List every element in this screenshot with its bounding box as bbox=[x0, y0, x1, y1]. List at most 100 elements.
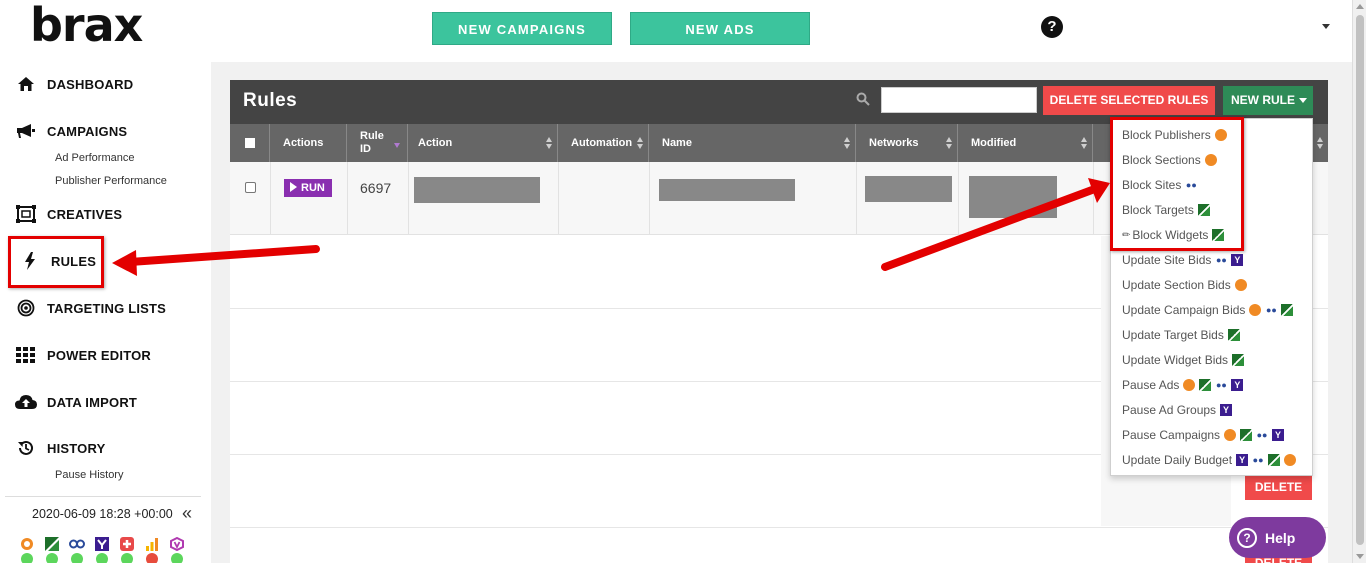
revcontent-icon: ●● bbox=[1215, 379, 1228, 391]
sidebar-item-label: HISTORY bbox=[47, 440, 106, 456]
revcontent-icon: ●● bbox=[1256, 429, 1269, 441]
column-modified[interactable]: Modified bbox=[958, 124, 1093, 162]
column-rule-id[interactable]: Rule ID bbox=[347, 124, 408, 162]
column-label: Actions bbox=[283, 137, 324, 149]
cell-divider bbox=[270, 162, 271, 235]
menu-item-label: Update Daily Budget bbox=[1122, 453, 1233, 467]
taboola-icon bbox=[1227, 329, 1240, 341]
column-networks[interactable]: Networks bbox=[856, 124, 958, 162]
rules-highlight-box bbox=[8, 236, 104, 288]
help-widget-button[interactable]: ? Help bbox=[1229, 517, 1326, 558]
rule-id-value: 6697 bbox=[360, 180, 392, 196]
select-all-column bbox=[230, 124, 270, 162]
sidebar-item-creatives[interactable]: CREATIVES bbox=[13, 201, 122, 227]
sidebar-item-dashboard[interactable]: DASHBOARD bbox=[13, 71, 133, 97]
sidebar-item-history[interactable]: HISTORY bbox=[13, 435, 105, 461]
new-rule-button[interactable]: NEW RULE bbox=[1223, 86, 1313, 115]
network-status-outbrain[interactable] bbox=[19, 537, 35, 563]
column-name[interactable]: Name bbox=[649, 124, 856, 162]
new-rule-label: NEW RULE bbox=[1231, 93, 1295, 107]
cell-divider bbox=[1093, 162, 1094, 235]
help-icon: ? bbox=[1237, 527, 1257, 548]
history-icon bbox=[13, 437, 39, 459]
new-campaigns-button[interactable]: NEW CAMPAIGNS bbox=[432, 12, 612, 45]
page-title: Rules bbox=[243, 90, 298, 111]
home-icon bbox=[13, 73, 39, 95]
revcontent-icon bbox=[69, 537, 85, 551]
cell-divider bbox=[856, 162, 857, 235]
column-label: Automation bbox=[571, 137, 633, 149]
menu-item-update-widget-bids[interactable]: Update Widget Bids bbox=[1122, 351, 1245, 369]
collapse-sidebar-icon[interactable]: « bbox=[182, 503, 192, 524]
voluum-icon bbox=[169, 536, 185, 552]
sidebar-subitem-ad-performance[interactable]: Ad Performance bbox=[55, 152, 134, 164]
menu-item-update-target-bids[interactable]: Update Target Bids bbox=[1122, 326, 1240, 344]
menu-item-label: Update Site Bids bbox=[1122, 253, 1212, 267]
scrollbar-thumb[interactable] bbox=[1356, 15, 1364, 545]
menu-item-pause-campaigns[interactable]: Pause Campaigns ●● Y bbox=[1122, 426, 1285, 444]
menu-item-pause-ad-groups[interactable]: Pause Ad Groups Y bbox=[1122, 401, 1233, 419]
revcontent-icon: ●● bbox=[1252, 454, 1265, 466]
sort-icon bbox=[637, 137, 643, 149]
menu-item-label: Update Target Bids bbox=[1122, 328, 1224, 342]
outbrain-icon bbox=[1234, 279, 1247, 291]
network-status-taboola[interactable] bbox=[44, 537, 60, 563]
sort-icon bbox=[946, 137, 952, 149]
sidebar-item-label: DATA IMPORT bbox=[47, 394, 138, 410]
taboola-icon bbox=[1281, 304, 1294, 316]
sidebar-subitem-pause-history[interactable]: Pause History bbox=[55, 469, 123, 481]
sidebar-item-campaigns[interactable]: CAMPAIGNS bbox=[13, 118, 127, 144]
mgid-icon bbox=[119, 537, 135, 551]
taboola-icon bbox=[1232, 354, 1245, 366]
sidebar-item-data-import[interactable]: DATA IMPORT bbox=[13, 389, 137, 415]
sidebar-item-label: TARGETING LISTS bbox=[47, 300, 167, 316]
delete-rule-button[interactable]: DELETE bbox=[1245, 474, 1312, 500]
brax-logo[interactable]: brax bbox=[30, 0, 143, 50]
network-status-revcontent[interactable] bbox=[69, 537, 85, 563]
outbrain-icon bbox=[1183, 379, 1196, 391]
delete-selected-rules-button[interactable]: DELETE SELECTED RULES bbox=[1043, 86, 1215, 115]
redacted-action bbox=[414, 177, 540, 203]
top-bar: brax NEW CAMPAIGNS NEW ADS ? bbox=[0, 0, 1352, 62]
sidebar-item-targeting-lists[interactable]: TARGETING LISTS bbox=[13, 295, 166, 321]
column-automation[interactable]: Automation bbox=[558, 124, 649, 162]
scroll-up-icon[interactable] bbox=[1356, 4, 1364, 9]
outbrain-icon bbox=[1224, 429, 1237, 441]
menu-item-label: Update Campaign Bids bbox=[1122, 303, 1246, 317]
yahoo-icon: Y bbox=[1231, 379, 1244, 391]
redacted-modified bbox=[969, 176, 1057, 218]
account-dropdown-caret-icon[interactable] bbox=[1322, 24, 1330, 29]
network-status-mgid[interactable] bbox=[119, 537, 135, 563]
sort-icon bbox=[844, 137, 850, 149]
run-rule-button[interactable]: RUN bbox=[284, 179, 332, 197]
menu-item-update-campaign-bids[interactable]: Update Campaign Bids ●● bbox=[1122, 301, 1294, 319]
analytics-icon bbox=[144, 537, 160, 551]
column-actions[interactable]: Actions bbox=[270, 124, 347, 162]
menu-item-label: Update Section Bids bbox=[1122, 278, 1231, 292]
column-label: Name bbox=[662, 137, 692, 149]
column-label: Rule ID bbox=[360, 130, 384, 155]
select-all-checkbox[interactable] bbox=[245, 138, 255, 148]
cloud-upload-icon bbox=[13, 391, 39, 413]
sidebar-subitem-publisher-performance[interactable]: Publisher Performance bbox=[55, 175, 167, 187]
menu-item-update-site-bids[interactable]: Update Site Bids ●● Y bbox=[1122, 251, 1244, 269]
cell-divider bbox=[408, 162, 409, 235]
menu-item-label: Pause Ads bbox=[1122, 378, 1180, 392]
network-status-row bbox=[19, 536, 185, 563]
creatives-icon bbox=[13, 203, 39, 225]
network-status-voluum[interactable] bbox=[169, 536, 185, 563]
vertical-scrollbar[interactable] bbox=[1352, 0, 1366, 563]
menu-item-pause-ads[interactable]: Pause Ads ●● Y bbox=[1122, 376, 1244, 394]
column-action[interactable]: Action bbox=[408, 124, 558, 162]
menu-item-update-section-bids[interactable]: Update Section Bids bbox=[1122, 276, 1247, 294]
menu-item-update-daily-budget[interactable]: Update Daily Budget Y ●● bbox=[1122, 451, 1297, 469]
row-checkbox[interactable] bbox=[245, 182, 256, 193]
network-status-analytics[interactable] bbox=[144, 537, 160, 563]
search-input[interactable] bbox=[881, 87, 1037, 113]
status-dot bbox=[96, 553, 108, 563]
scroll-down-icon[interactable] bbox=[1356, 554, 1364, 559]
help-icon[interactable]: ? bbox=[1041, 16, 1063, 38]
sidebar-item-power-editor[interactable]: POWER EDITOR bbox=[13, 342, 151, 368]
network-status-yahoo[interactable] bbox=[94, 537, 110, 563]
new-ads-button[interactable]: NEW ADS bbox=[630, 12, 810, 45]
